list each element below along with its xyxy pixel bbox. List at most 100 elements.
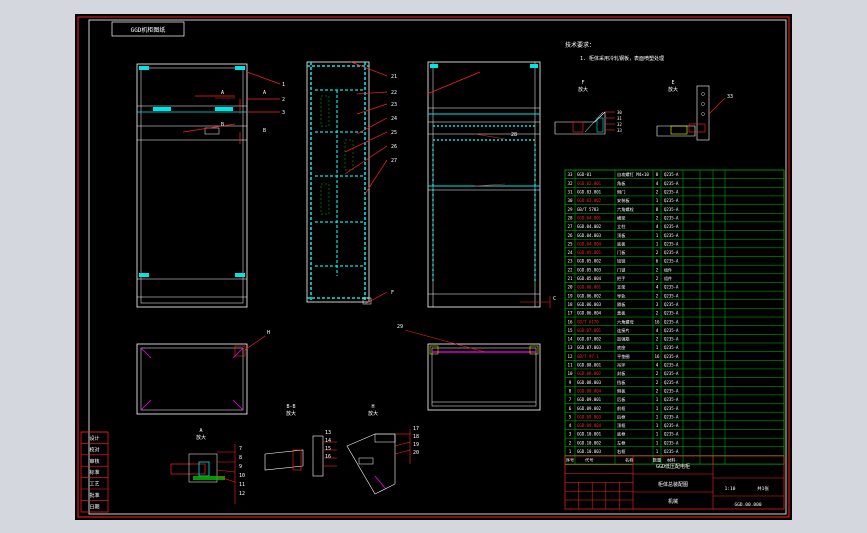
bom-cell-material: Q235-A [664,414,679,419]
callout-label: 2 [282,97,285,103]
bom-cell-no: 22 [567,267,573,272]
bom-cell-name: 立柱 [617,223,626,230]
callout-label: 28 [511,132,517,138]
bom-cell-code: GGD.05.003 [577,267,602,272]
bom-cell-material: Q235-A [664,285,679,290]
bom-cell-material: Q235-A [664,302,679,307]
bom-cell-name: 六角螺栓 [617,206,635,213]
view-f-title: F [581,80,584,86]
bom-cell-code: GGD.06.004 [577,311,602,316]
bom-cell-name: 安装板 [617,197,630,204]
detail-b [264,449,304,471]
bom-header-name: 名称 [625,457,633,464]
view-e-subtitle: 放大 [668,86,678,93]
bom-cell-code: GGD.05.002 [577,259,602,264]
detail-e-label: 33 [727,94,733,100]
detail-b-label: 14 [325,438,331,444]
bom-cell-code: GGD.04.003 [577,233,602,238]
bom-cell-no: 21 [567,276,573,281]
bom-cell-material: Q235-A [664,241,679,246]
bom-cell-material: Q235-A [664,354,679,359]
bom-cell-qty: 1 [656,406,659,411]
bom-cell-qty: 1 [656,397,659,402]
bom-cell-no: 6 [569,406,572,411]
strip-label: 标准 [89,469,99,476]
detail-a-label: 7 [239,446,242,452]
bom-cell-code: GGD.06.003 [577,302,602,307]
bom-cell-qty: 16 [654,354,660,359]
bom-cell-qty: 8 [656,207,659,212]
bom-cell-code: GGD.09.001 [577,397,602,402]
bom-cell-qty: 4 [656,328,659,333]
bom-cell-no: 26 [567,233,573,238]
bom-header-material: 材料 [667,457,676,464]
bom-cell-qty: 2 [656,371,659,376]
bom-cell-code: GGD.08.002 [577,371,602,376]
bom-cell-name: 平垫圈 [617,353,630,360]
bom-cell-qty: 3 [656,302,659,307]
bom-cell-code: GGD.06.002 [577,293,602,298]
bom-cell-name: 吊环 [617,363,625,369]
bom-cell-code: GGD.05.001 [577,250,602,255]
callout-label: A [221,90,224,96]
bom-cell-qty: 2 [656,311,659,316]
bom-cell-no: 9 [569,380,572,385]
bom-cell-no: 28 [567,215,573,220]
bom-cell-no: 29 [567,207,573,212]
bom-cell-no: 25 [567,241,573,246]
bom-cell-qty: 4 [656,224,659,229]
detail-h-label: 19 [413,442,419,448]
bom-cell-name: 六角螺母 [617,318,634,325]
bom-cell-no: 14 [567,337,573,342]
drawing-sheet: GGD机柜图纸 设计 校对 审核 标准 工艺 批准 日期 1 2 3 A A B… [75,14,792,520]
view-f-subtitle: 放大 [578,86,588,93]
bom-table: 33 GGD-01 自攻螺钉 M4×10 8 Q235-A32 GGD.02.001 角板 4… [564,169,785,465]
bom-cell-no: 27 [567,224,573,229]
detail-a-label: 8 [239,455,242,461]
detail-a-label: 10 [239,473,245,479]
bom-cell-name: 支架 [617,284,625,291]
notes-title: 技术要求： [565,41,595,49]
bom-cell-name: 侧板 [617,387,626,394]
bom-cell-qty: 1 [656,345,659,350]
bom-cell-qty: 2 [656,380,659,385]
bom-cell-qty: 2 [656,250,659,255]
bom-cell-code: GB/T 97.1 [577,354,599,359]
view-a-subtitle: 放大 [196,434,206,441]
detail-h-label: 17 [413,426,419,432]
bom-cell-material: Q235-A [664,388,679,393]
bom-cell-material: Q235-A [664,371,679,376]
bom-cell-material: Q235-A [664,233,679,238]
bom-cell-name: 底座 [617,344,625,351]
bom-cell-code: GGD.04.004 [577,241,602,246]
bom-cell-material: Q235-A [664,207,679,212]
bom-cell-material: Q235-A [664,224,679,229]
bom-header-qty: 数量 [653,457,661,464]
left-strip: 设计校对审核标准工艺批准日期 [80,431,109,513]
bom-cell-no: 7 [569,397,572,402]
bom-cell-qty: 2 [656,267,659,272]
bom-cell-material: Q235-A [664,215,679,220]
bom-cell-code: GGD.08.001 [577,363,602,368]
rear-view [426,61,551,308]
view-h-title: H [371,404,374,410]
bom-cell-no: 1 [569,449,572,454]
detail-f [554,111,615,135]
bom-cell-no: 13 [567,345,573,350]
bom-cell-name: 导轨 [617,292,626,299]
callout-label: F [391,290,394,296]
strip-label: 审核 [89,458,99,465]
bom-cell-material: Q235-A [664,293,679,298]
view-b-subtitle: 放大 [286,410,296,417]
bom-cell-qty: 1 [656,432,659,437]
bom-cell-name: 底框 [617,431,626,438]
bom-cell-no: 15 [567,328,573,333]
bom-cell-qty: 1 [656,423,659,428]
bom-cell-name: 挡板 [617,379,626,386]
bom-cell-name: 横梁 [617,214,626,221]
detail-b-label: 15 [325,446,331,452]
bom-cell-qty: 1 [656,241,659,246]
plan-view-left [136,335,266,415]
bom-cell-name: 加强筋 [617,336,630,343]
bom-cell-qty: 2 [656,293,659,298]
